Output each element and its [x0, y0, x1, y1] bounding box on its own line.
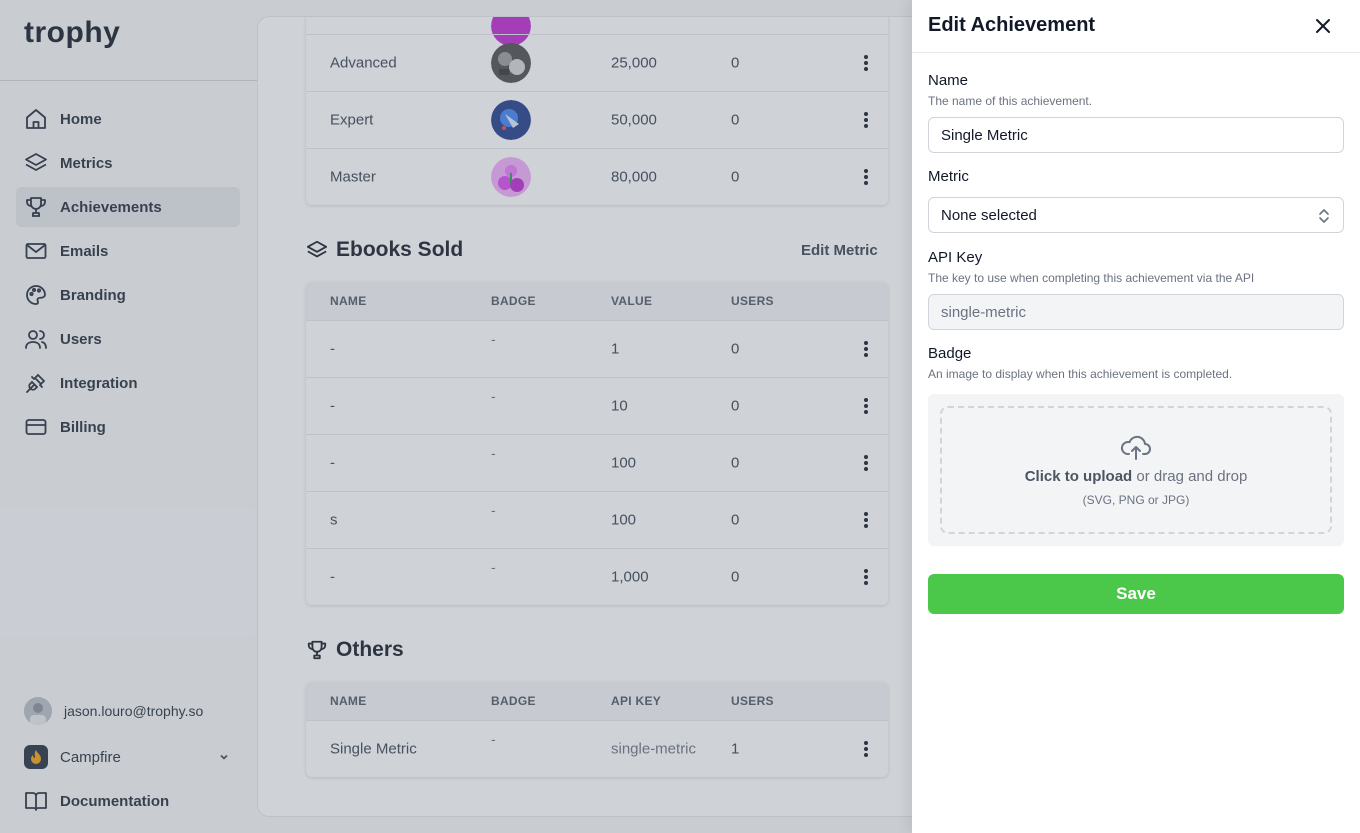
save-button[interactable]: Save [928, 574, 1344, 614]
badge-help: An image to display when this achievemen… [928, 367, 1233, 381]
metric-select-value: None selected [941, 206, 1037, 224]
api-key-help: The key to use when completing this achi… [928, 271, 1255, 285]
drawer-title: Edit Achievement [928, 14, 1096, 36]
api-key-label: API Key [928, 249, 983, 266]
name-label: Name [928, 72, 969, 89]
chevron-up-down-icon [1319, 209, 1329, 223]
api-key-input: single-metric [928, 294, 1344, 330]
name-help: The name of this achievement. [928, 94, 1093, 108]
metric-select[interactable]: None selected [928, 197, 1344, 233]
badge-label: Badge [928, 345, 972, 362]
metric-label: Metric [928, 168, 969, 185]
close-icon[interactable] [1314, 17, 1332, 35]
drawer-header: Edit Achievement [912, 0, 1360, 53]
upload-text: Click to upload or drag and drop [942, 468, 1330, 485]
upload-dropzone[interactable]: Click to upload or drag and drop (SVG, P… [940, 406, 1332, 534]
upload-hint: (SVG, PNG or JPG) [1082, 493, 1190, 507]
edit-achievement-drawer: Edit Achievement Name The name of this a… [912, 0, 1360, 833]
modal-backdrop[interactable] [0, 0, 912, 833]
name-input[interactable]: Single Metric [928, 117, 1344, 153]
upload-link[interactable]: Click to upload [1025, 468, 1133, 485]
api-key-input-value: single-metric [941, 303, 1027, 321]
badge-upload-area[interactable]: Click to upload or drag and drop (SVG, P… [928, 394, 1344, 546]
cloud-upload-icon [1120, 435, 1151, 460]
upload-text-rest: or drag and drop [1132, 468, 1248, 485]
name-input-value: Single Metric [941, 126, 1028, 144]
